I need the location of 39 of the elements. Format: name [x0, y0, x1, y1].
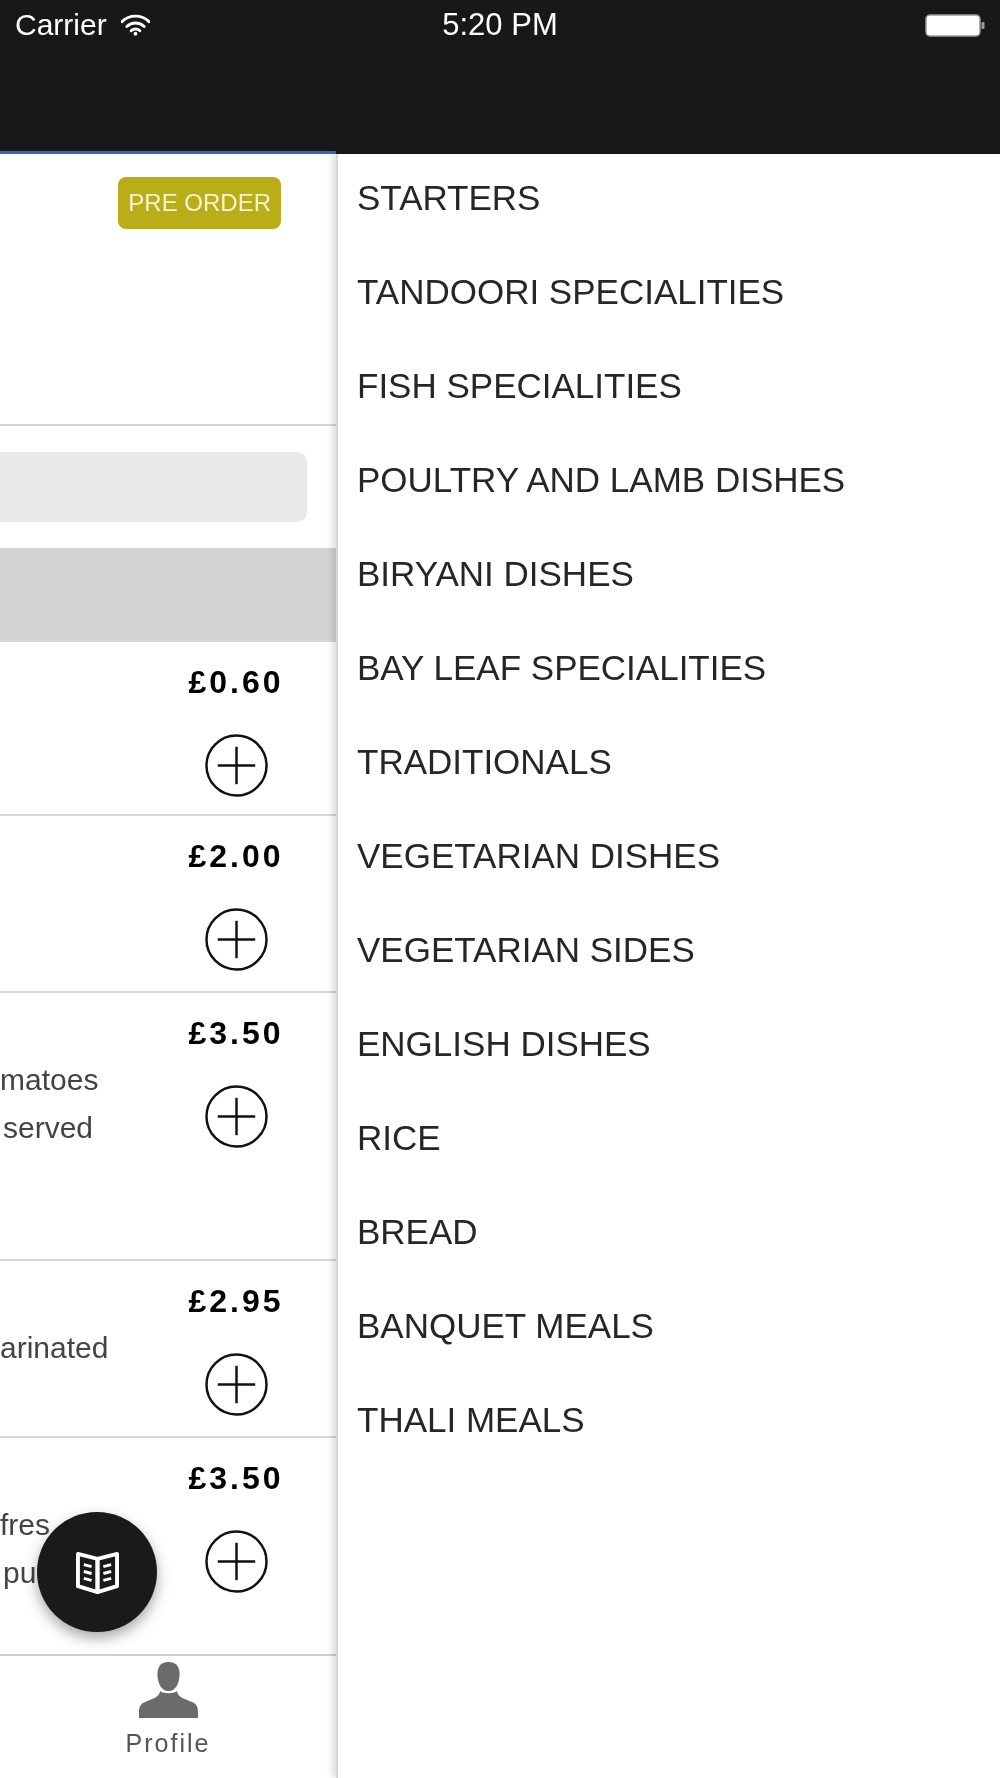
add-button[interactable]: [204, 1530, 268, 1593]
category-item[interactable]: BREAD: [338, 1188, 1000, 1282]
category-item[interactable]: BANQUET MEALS: [338, 1282, 1000, 1376]
category-item[interactable]: RICE: [338, 1094, 1000, 1188]
profile-tab[interactable]: Profile: [125, 1661, 211, 1757]
item-description: fres pu: [0, 1507, 50, 1591]
item-price: £3.50: [188, 1459, 284, 1498]
category-item[interactable]: TRADITIONALS: [338, 718, 1000, 812]
category-item[interactable]: FISH SPECIALITIES: [338, 342, 1000, 436]
plus-circle-icon: [204, 1085, 268, 1148]
item-description: matoes served: [0, 1062, 99, 1146]
add-button[interactable]: [204, 1353, 268, 1416]
item-price: £3.50: [188, 1014, 284, 1053]
category-item[interactable]: ENGLISH DISHES: [338, 1000, 1000, 1094]
category-item[interactable]: STARTERS: [338, 154, 1000, 248]
plus-circle-icon: [204, 1530, 268, 1593]
category-item[interactable]: VEGETARIAN SIDES: [338, 906, 1000, 1000]
battery-icon: [925, 13, 985, 37]
add-button[interactable]: [204, 1085, 268, 1148]
item-price: £2.95: [188, 1282, 284, 1321]
category-item[interactable]: VEGETARIAN DISHES: [338, 812, 1000, 906]
wifi-icon: [120, 14, 150, 36]
category-item[interactable]: BAY LEAF SPECIALITIES: [338, 624, 1000, 718]
item-description: arinated: [0, 1330, 109, 1366]
plus-circle-icon: [204, 734, 268, 797]
item-price: £0.60: [188, 663, 284, 702]
category-item[interactable]: TANDOORI SPECIALITIES: [338, 248, 1000, 342]
category-item[interactable]: BIRYANI DISHES: [338, 530, 1000, 624]
book-icon: [74, 1550, 120, 1594]
person-icon: [137, 1661, 199, 1718]
add-button[interactable]: [204, 908, 268, 971]
plus-circle-icon: [204, 1353, 268, 1416]
item-price: £2.00: [188, 837, 284, 876]
carrier-name: Carrier: [15, 8, 107, 42]
plus-circle-icon: [204, 908, 268, 971]
category-item[interactable]: POULTRY AND LAMB DISHES: [338, 436, 1000, 530]
add-button[interactable]: [204, 734, 268, 797]
status-time: 5:20 PM: [442, 8, 558, 42]
category-item[interactable]: THALI MEALS: [338, 1376, 1000, 1470]
